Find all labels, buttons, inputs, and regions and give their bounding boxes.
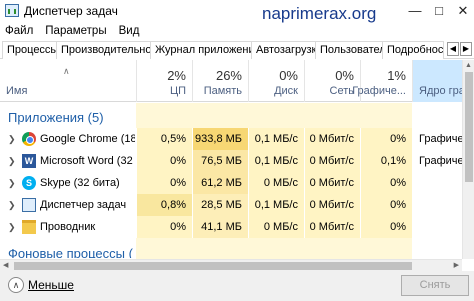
table-row[interactable]: ❯ S Skype (32 бита) 0% 61,2 МБ 0 МБ/с 0 … — [0, 172, 462, 194]
title-bar: Диспетчер задач naprimerax.org — □ ✕ — [0, 0, 474, 23]
cell-gpu-engine — [412, 194, 462, 216]
expand-chevron-icon[interactable]: ❯ — [8, 194, 16, 216]
column-gpu[interactable]: 1% Графиче... — [352, 60, 412, 102]
horizontal-scroll-thumb[interactable] — [14, 262, 412, 270]
cell-disk: 0 МБ/с — [248, 216, 304, 238]
vertical-scroll-thumb[interactable] — [465, 72, 473, 182]
column-name[interactable]: ∧ Имя — [0, 60, 136, 102]
expand-chevron-icon[interactable]: ❯ — [8, 128, 16, 150]
menu-bar: Файл Параметры Вид — [0, 22, 474, 39]
cell-gpu-engine: Графиче — [412, 150, 462, 172]
cell-memory: 41,1 МБ — [192, 216, 248, 238]
menu-file[interactable]: Файл — [5, 25, 33, 37]
cell-gpu: 0% — [360, 194, 412, 216]
skype-icon: S — [22, 176, 36, 190]
group-apps-title: Приложения (5) — [8, 110, 104, 125]
cell-network: 0 Мбит/с — [304, 150, 360, 172]
tab-app-history[interactable]: Журнал приложений — [150, 41, 266, 59]
footer-bar: ∧ Меньше Снять задачу — [0, 271, 474, 301]
cell-gpu-engine — [412, 172, 462, 194]
cell-memory: 61,2 МБ — [192, 172, 248, 194]
vertical-scrollbar[interactable]: ▲ — [462, 60, 474, 259]
maximize-button[interactable]: □ — [428, 0, 450, 22]
table-row[interactable]: ❯ Google Chrome (18) 0,5% 933,8 МБ 0,1 М… — [0, 128, 462, 150]
tab-strip: Процессы Производительность Журнал прило… — [0, 40, 474, 59]
cell-gpu-engine — [412, 216, 462, 238]
watermark-text: naprimerax.org — [262, 4, 377, 23]
cell-disk: 0,1 МБ/с — [248, 194, 304, 216]
task-manager-app-icon — [5, 4, 19, 17]
menu-view[interactable]: Вид — [119, 25, 140, 37]
group-background-title: Фоновые процессы ( — [8, 246, 133, 258]
column-gpu-engine[interactable]: Ядро граф — [412, 60, 474, 102]
cell-cpu: 0% — [136, 216, 192, 238]
chevron-up-icon[interactable]: ∧ — [8, 277, 24, 293]
expand-chevron-icon[interactable]: ❯ — [8, 216, 16, 238]
cell-memory: 76,5 МБ — [192, 150, 248, 172]
expand-chevron-icon[interactable]: ❯ — [8, 172, 16, 194]
cell-cpu: 0,8% — [136, 194, 192, 216]
cell-disk: 0 МБ/с — [248, 172, 304, 194]
task-manager-icon — [22, 198, 36, 212]
tabs-scroll-left-icon[interactable]: ◀ — [447, 42, 459, 56]
tabs-scroll-right-icon[interactable]: ▶ — [460, 42, 472, 56]
cell-memory: 28,5 МБ — [192, 194, 248, 216]
cell-gpu: 0,1% — [360, 150, 412, 172]
horizontal-scrollbar[interactable]: ◀ ▶ — [0, 259, 462, 271]
fewer-details-link[interactable]: Меньше — [28, 278, 74, 292]
table-row[interactable]: ❯ Проводник 0% 41,1 МБ 0 МБ/с 0 Мбит/с 0… — [0, 216, 462, 238]
cell-gpu: 0% — [360, 216, 412, 238]
tab-processes[interactable]: Процессы — [2, 41, 64, 59]
cell-gpu-engine: Графиче — [412, 128, 462, 150]
scroll-up-icon[interactable]: ▲ — [465, 62, 472, 69]
cell-gpu: 0% — [360, 172, 412, 194]
cell-network: 0 Мбит/с — [304, 194, 360, 216]
explorer-icon — [22, 220, 36, 234]
cell-network: 0 Мбит/с — [304, 172, 360, 194]
cell-network: 0 Мбит/с — [304, 128, 360, 150]
column-disk[interactable]: 0% Диск — [248, 60, 304, 102]
word-icon: W — [22, 154, 36, 168]
cell-cpu: 0% — [136, 172, 192, 194]
minimize-button[interactable]: — — [404, 0, 426, 22]
column-memory[interactable]: 26% Память — [192, 60, 248, 102]
end-task-button[interactable]: Снять задачу — [401, 275, 469, 301]
cell-memory: 933,8 МБ — [192, 128, 248, 150]
cell-cpu: 0% — [136, 150, 192, 172]
column-cpu[interactable]: 2% ЦП — [136, 60, 192, 102]
menu-options[interactable]: Параметры — [45, 25, 106, 37]
chrome-icon — [22, 132, 36, 146]
close-button[interactable]: ✕ — [452, 0, 474, 22]
cell-network: 0 Мбит/с — [304, 216, 360, 238]
window-title: Диспетчер задач — [24, 4, 118, 18]
cell-cpu: 0,5% — [136, 128, 192, 150]
expand-chevron-icon[interactable]: ❯ — [8, 150, 16, 172]
table-row[interactable]: ❯ Диспетчер задач 0,8% 28,5 МБ 0,1 МБ/с … — [0, 194, 462, 216]
tab-details[interactable]: Подробности — [382, 41, 444, 59]
cell-gpu: 0% — [360, 128, 412, 150]
sort-up-icon: ∧ — [63, 66, 70, 76]
table-row[interactable]: ❯ W Microsoft Word (32 б... 0% 76,5 МБ 0… — [0, 150, 462, 172]
column-header: ∧ Имя 2% ЦП 26% Память 0% Диск 0% Сеть 1… — [0, 60, 474, 102]
cell-disk: 0,1 МБ/с — [248, 150, 304, 172]
cell-disk: 0,1 МБ/с — [248, 128, 304, 150]
